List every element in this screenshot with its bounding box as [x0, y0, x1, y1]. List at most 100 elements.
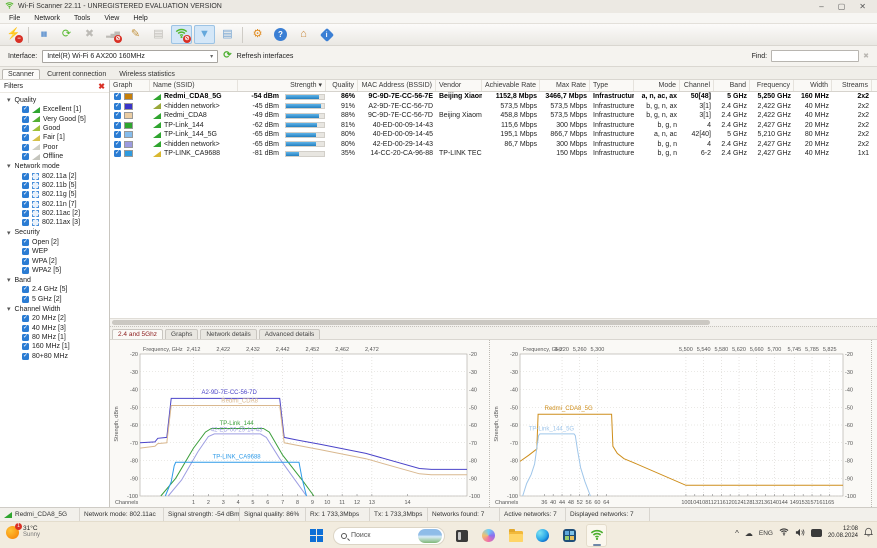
checkbox-checked-icon[interactable]: ✓	[22, 296, 29, 303]
checkbox-checked-icon[interactable]: ✓	[22, 267, 29, 274]
checkbox-checked-icon[interactable]: ✓	[114, 122, 121, 129]
horizontal-scrollbar[interactable]	[110, 318, 877, 326]
column-header-max-rate[interactable]: Max Rate	[540, 80, 590, 91]
filter-item[interactable]: ✓80 MHz [1]	[0, 333, 109, 342]
menu-view[interactable]: View	[97, 15, 126, 22]
checkbox-checked-icon[interactable]: ✓	[114, 93, 121, 100]
stop-scan-icon[interactable]: ⚡−	[3, 25, 24, 44]
column-header-mac-address-bssid-[interactable]: MAC Address (BSSID)	[358, 80, 436, 91]
close-filters-icon[interactable]: ✖	[98, 82, 105, 91]
filter-item[interactable]: ✓160 MHz [1]	[0, 342, 109, 351]
clean-icon[interactable]: ✎	[125, 25, 146, 44]
interface-select[interactable]: Intel(R) Wi-Fi 6 AX200 160MHz ▾	[42, 50, 218, 63]
table-row[interactable]: ✓Redmi_CDA8_5G-54 dBm86%9C-9D-7E-CC-56-7…	[110, 92, 877, 102]
filter-item[interactable]: ✓802.11g [5]	[0, 190, 109, 199]
checkbox-checked-icon[interactable]: ✓	[22, 125, 29, 132]
menu-network[interactable]: Network	[27, 15, 67, 22]
checkbox-checked-icon[interactable]: ✓	[22, 353, 29, 360]
filter-item[interactable]: ✓Fair [1]	[0, 133, 109, 142]
filter-item[interactable]: ✓802.11ac [2]	[0, 209, 109, 218]
wifi-icon[interactable]	[779, 527, 789, 539]
table-row[interactable]: ✓<hidden network>-45 dBm91%A2-9D-7E-CC-5…	[110, 102, 877, 112]
table-header[interactable]: GraphName (SSID)Strength ▾QualityMAC Add…	[110, 80, 877, 92]
checkbox-checked-icon[interactable]: ✓	[22, 201, 29, 208]
filter-icon[interactable]: ▼	[194, 25, 215, 44]
checkbox-checked-icon[interactable]: ✓	[114, 141, 121, 148]
table-row[interactable]: ✓Redmi_CDA8-49 dBm88%9C-9D-7E-CC-56-7DBe…	[110, 111, 877, 121]
filter-item[interactable]: ✓Very Good [5]	[0, 114, 109, 123]
filter-item[interactable]: ✓802.11b [5]	[0, 181, 109, 190]
tab-current-connection[interactable]: Current connection	[41, 69, 112, 79]
checkbox-checked-icon[interactable]: ✓	[114, 131, 121, 138]
checkbox-checked-icon[interactable]: ✓	[22, 219, 29, 226]
bottom-tab-2-4-and-5ghz[interactable]: 2.4 and 5Ghz	[112, 329, 163, 339]
filter-item[interactable]: ✓40 MHz [3]	[0, 323, 109, 332]
checkbox-checked-icon[interactable]: ✓	[114, 103, 121, 110]
filter-item[interactable]: ✓WEP	[0, 247, 109, 256]
checkbox-checked-icon[interactable]: ✓	[22, 144, 29, 151]
search-box[interactable]: Поиск	[333, 527, 445, 545]
filter-item[interactable]: ✓802.11ax [3]	[0, 218, 109, 227]
wifi-scanner-button[interactable]	[586, 524, 607, 547]
home-icon[interactable]: ⌂	[293, 25, 314, 44]
column-header-mode[interactable]: Mode	[634, 80, 680, 91]
settings-icon[interactable]: ⚙	[247, 25, 268, 44]
column-header-vendor[interactable]: Vendor	[436, 80, 482, 91]
checkbox-checked-icon[interactable]: ✓	[22, 239, 29, 246]
menu-help[interactable]: Help	[126, 15, 154, 22]
column-header-streams[interactable]: Streams	[832, 80, 872, 91]
edge-button[interactable]	[532, 524, 553, 547]
search-highlight-thumbnail[interactable]	[418, 529, 442, 543]
onedrive-cloud-icon[interactable]: ☁	[745, 529, 753, 538]
tray-chevron-icon[interactable]: ^	[735, 529, 739, 538]
filter-item[interactable]: ✓WPA [2]	[0, 256, 109, 265]
explorer-button[interactable]	[505, 524, 526, 547]
table-row[interactable]: ✓<hidden network>-65 dBm80%42-ED-00-29-1…	[110, 140, 877, 150]
task-view-button[interactable]	[451, 524, 472, 547]
column-header-name-ssid-[interactable]: Name (SSID)	[150, 80, 238, 91]
checkbox-checked-icon[interactable]: ✓	[22, 173, 29, 180]
export-icon[interactable]: ▤	[148, 25, 169, 44]
store-button[interactable]	[559, 524, 580, 547]
filter-item[interactable]: ✓Excellent [1]	[0, 105, 109, 114]
menu-tools[interactable]: Tools	[67, 15, 97, 22]
filter-item[interactable]: ✓Good	[0, 124, 109, 133]
weather-widget[interactable]: 1 31°C Sunny	[6, 525, 40, 539]
checkbox-checked-icon[interactable]: ✓	[22, 258, 29, 265]
filter-item[interactable]: ✓20 MHz [2]	[0, 314, 109, 323]
language-indicator[interactable]: ENG	[759, 530, 773, 537]
refresh-interfaces-icon[interactable]: ⟳	[223, 51, 231, 61]
clock[interactable]: 12:08 20.08.2024	[828, 526, 858, 540]
start-button[interactable]	[306, 524, 327, 547]
tab-scanner[interactable]: Scanner	[2, 69, 40, 79]
checkbox-checked-icon[interactable]: ✓	[22, 334, 29, 341]
column-header-strength[interactable]: Strength ▾	[238, 80, 326, 91]
filter-item[interactable]: ✓Offline	[0, 152, 109, 161]
device-icon[interactable]	[811, 529, 822, 537]
checkbox-checked-icon[interactable]: ✓	[22, 315, 29, 322]
refresh-interfaces-button[interactable]: Refresh interfaces	[237, 53, 294, 60]
filter-item[interactable]: ✓Open [2]	[0, 238, 109, 247]
notification-bell-icon[interactable]	[864, 527, 873, 539]
charts-splitter[interactable]	[871, 340, 877, 507]
column-header-type[interactable]: Type	[590, 80, 634, 91]
checkbox-checked-icon[interactable]: ✓	[22, 134, 29, 141]
about-icon[interactable]: i	[316, 25, 337, 44]
delete-icon[interactable]: ✖	[79, 25, 100, 44]
filter-item[interactable]: ✓Poor	[0, 143, 109, 152]
table-row[interactable]: ✓TP-LINK_CA9688-81 dBm35%14-CC-20-CA-96-…	[110, 149, 877, 159]
filter-item[interactable]: ✓WPA2 [5]	[0, 266, 109, 275]
checkbox-checked-icon[interactable]: ✓	[22, 343, 29, 350]
checkbox-checked-icon[interactable]: ✓	[22, 248, 29, 255]
minimize-icon[interactable]: –	[819, 2, 823, 12]
tab-wireless-statistics[interactable]: Wireless statistics	[113, 69, 181, 79]
clear-find-icon[interactable]: ✖	[863, 52, 869, 60]
details-icon[interactable]: ▤	[217, 25, 238, 44]
menu-file[interactable]: File	[2, 15, 27, 22]
filter-item[interactable]: ✓5 GHz [2]	[0, 295, 109, 304]
column-header-graph[interactable]: Graph	[110, 80, 150, 91]
scrollbar-thumb[interactable]	[112, 320, 710, 325]
maximize-icon[interactable]: ▢	[838, 2, 846, 12]
find-input[interactable]	[771, 50, 859, 62]
rescan-icon[interactable]: ⟳	[56, 25, 77, 44]
